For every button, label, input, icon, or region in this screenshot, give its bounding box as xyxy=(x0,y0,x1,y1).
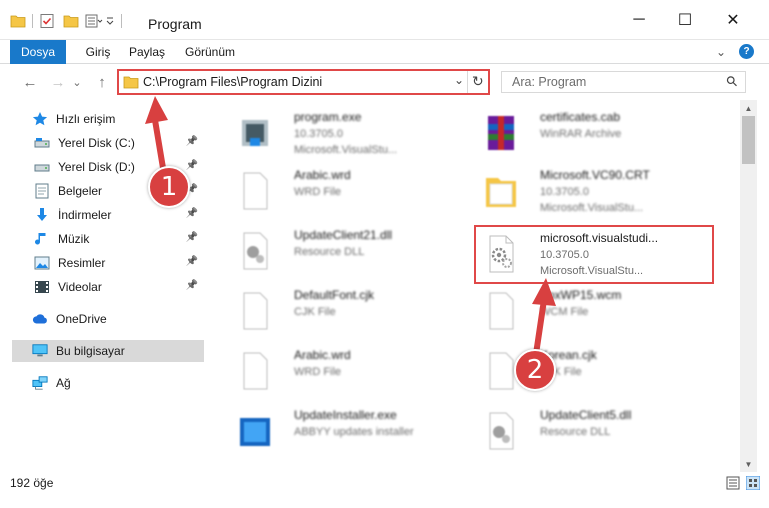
sidebar-item-this-pc[interactable]: Bu bilgisayar xyxy=(12,340,204,362)
sidebar-item-onedrive[interactable]: OneDrive xyxy=(12,308,204,330)
search-icon: ⚲ xyxy=(722,71,741,91)
documents-icon xyxy=(34,183,50,199)
help-icon: ? xyxy=(743,46,750,57)
drive-icon xyxy=(34,135,50,151)
file-icon xyxy=(489,292,514,330)
computer-icon xyxy=(32,343,48,359)
file-item[interactable]: BoxWP15.wcm WCM File xyxy=(472,282,712,338)
address-path: C:\Program Files\Program Dizini xyxy=(143,75,323,89)
folder-icon xyxy=(123,75,139,89)
pin-icon[interactable]: 📌 xyxy=(186,280,198,291)
music-icon xyxy=(34,231,50,247)
minimize-button[interactable]: ─ xyxy=(616,0,662,40)
file-item[interactable]: UpdateClient5.dll Resource DLL xyxy=(472,402,712,452)
quick-access-toolbar xyxy=(10,12,122,30)
title-bar: Program ─ ☐ ✕ xyxy=(0,0,769,40)
recent-locations-button[interactable]: ⌄ xyxy=(70,72,84,92)
maximize-button[interactable]: ☐ xyxy=(662,0,708,40)
file-item[interactable]: UpdateClient21.dll Resource DLL xyxy=(226,222,466,278)
file-item[interactable]: program.exe 10.3705.0 Microsoft.VisualSt… xyxy=(226,104,466,160)
back-button[interactable]: ← xyxy=(20,72,40,92)
step-badge-1: 1 xyxy=(148,166,190,208)
new-folder-icon[interactable] xyxy=(63,14,79,28)
downloads-icon xyxy=(34,207,50,223)
sidebar-item-pictures[interactable]: Resimler 📌 xyxy=(12,252,204,274)
scroll-down-button[interactable]: ▼ xyxy=(740,456,757,472)
tiles-view-icon[interactable] xyxy=(745,475,761,491)
sidebar-item-downloads[interactable]: İndirmeler 📌 xyxy=(12,204,204,226)
tab-home[interactable]: Giriş xyxy=(74,40,122,64)
file-item[interactable]: certificates.cab WinRAR Archive xyxy=(472,104,712,160)
pictures-icon xyxy=(34,255,50,271)
divider xyxy=(467,71,468,93)
customize-toolbar-icon[interactable] xyxy=(105,14,115,28)
refresh-button[interactable]: ↻ xyxy=(472,73,484,90)
pin-icon[interactable]: 📌 xyxy=(186,136,198,147)
file-item[interactable]: Arabic.wrd WRD File xyxy=(226,342,466,398)
help-button[interactable]: ? xyxy=(739,44,754,59)
close-button[interactable]: ✕ xyxy=(710,0,756,40)
ribbon-tabs: Dosya Giriş Paylaş Görünüm ⌄ ? xyxy=(0,40,769,64)
dll-icon xyxy=(243,232,268,270)
details-view-icon[interactable] xyxy=(726,476,740,490)
ribbon-collapse-button[interactable]: ⌄ xyxy=(712,40,730,64)
up-button[interactable]: ↑ xyxy=(92,72,112,92)
installer-icon xyxy=(240,418,270,446)
navigation-bar: ← → ⌄ ↑ C:\Program Files\Program Dizini … xyxy=(0,64,769,100)
sidebar-item-music[interactable]: Müzik 📌 xyxy=(12,228,204,250)
search-box[interactable]: Ara: Program ⚲ xyxy=(501,71,746,93)
file-item[interactable]: Korean.cjk CJK File xyxy=(472,342,712,398)
folder-icon xyxy=(486,178,516,207)
search-input[interactable]: Ara: Program xyxy=(512,75,586,89)
file-item[interactable]: DefaultFont.cjk CJK File xyxy=(226,282,466,338)
view-options-icon[interactable] xyxy=(85,14,103,28)
tab-share[interactable]: Paylaş xyxy=(124,40,170,64)
vertical-scrollbar[interactable]: ▲ ▼ xyxy=(740,100,757,472)
star-icon xyxy=(32,111,48,127)
drive-icon xyxy=(34,159,50,175)
file-icon xyxy=(243,172,268,210)
pin-icon[interactable]: 📌 xyxy=(186,208,198,219)
forward-button[interactable]: → xyxy=(48,72,68,92)
highlight-box xyxy=(474,225,714,284)
videos-icon xyxy=(34,279,50,295)
address-dropdown-button[interactable]: ⌄ xyxy=(454,73,464,87)
cloud-icon xyxy=(32,311,48,327)
status-bar: 192 öğe xyxy=(0,472,769,494)
sidebar-item-network[interactable]: Ağ xyxy=(12,372,204,394)
sidebar-item-videos[interactable]: Videolar 📌 xyxy=(12,276,204,298)
folder-icon xyxy=(10,14,26,28)
file-item[interactable]: Arabic.wrd WRD File xyxy=(226,162,466,218)
exe-icon xyxy=(242,120,268,146)
file-icon xyxy=(243,292,268,330)
divider xyxy=(121,14,122,28)
pin-icon[interactable]: 📌 xyxy=(186,256,198,267)
scroll-up-button[interactable]: ▲ xyxy=(740,100,757,116)
file-item[interactable]: UpdateInstaller.exe ABBYY updates instal… xyxy=(226,402,466,452)
window-title: Program xyxy=(148,16,202,32)
archive-icon xyxy=(488,116,514,150)
dll-icon xyxy=(489,412,514,450)
tab-file[interactable]: Dosya xyxy=(10,40,66,64)
scroll-thumb[interactable] xyxy=(742,116,755,164)
pin-icon[interactable]: 📌 xyxy=(186,160,198,171)
network-icon xyxy=(32,375,48,391)
step-badge-2: 2 xyxy=(514,349,556,391)
tab-view[interactable]: Görünüm xyxy=(178,40,242,64)
file-icon xyxy=(243,352,268,390)
file-item[interactable]: Microsoft.VC90.CRT 10.3705.0 Microsoft.V… xyxy=(472,162,712,218)
divider xyxy=(32,14,33,28)
properties-icon[interactable] xyxy=(39,13,55,29)
pin-icon[interactable]: 📌 xyxy=(186,232,198,243)
item-count: 192 öğe xyxy=(10,476,54,490)
